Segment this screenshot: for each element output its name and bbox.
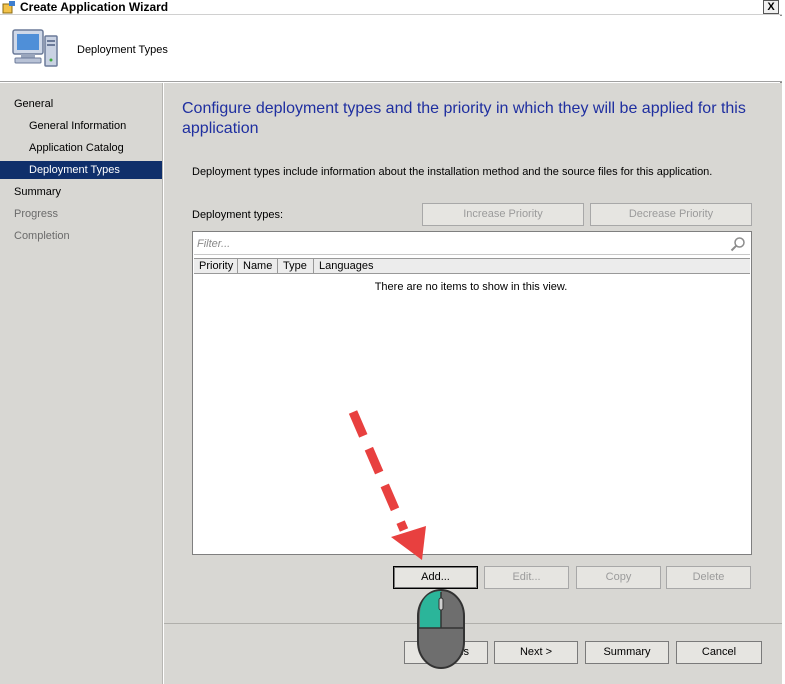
close-button[interactable]: X	[763, 0, 779, 14]
page-heading: Configure deployment types and the prior…	[182, 100, 746, 137]
sidebar-item-summary[interactable]: Summary	[0, 183, 162, 201]
sidebar-item-deployment-types[interactable]: Deployment Types	[0, 161, 162, 179]
deployment-types-label: Deployment types:	[192, 209, 284, 221]
increase-priority-button[interactable]: Increase Priority	[422, 203, 584, 226]
wizard-header: Deployment Types	[0, 16, 782, 82]
wizard-footer: us Next > Summary Cancel	[164, 623, 782, 684]
previous-button[interactable]: us	[404, 641, 488, 664]
column-header-priority[interactable]: Priority	[194, 259, 238, 273]
wizard-sidebar: General General Information Application …	[0, 83, 163, 684]
wizard-window: Create Application Wizard X Deployment T…	[0, 0, 782, 684]
page-description: Deployment types include information abo…	[192, 166, 713, 178]
app-wizard-icon	[2, 1, 15, 14]
decrease-priority-button[interactable]: Decrease Priority	[590, 203, 752, 226]
filter-placeholder: Filter...	[197, 238, 231, 250]
column-header-languages[interactable]: Languages	[314, 259, 750, 273]
step-title: Deployment Types	[77, 44, 168, 56]
cancel-button[interactable]: Cancel	[676, 641, 762, 664]
sidebar-item-general-information[interactable]: General Information	[0, 117, 162, 135]
add-button[interactable]: Add...	[393, 566, 478, 589]
search-icon[interactable]	[730, 236, 746, 252]
edit-button[interactable]: Edit...	[484, 566, 569, 589]
title-bar: Create Application Wizard X	[0, 0, 782, 15]
window-title: Create Application Wizard	[20, 0, 169, 14]
computer-icon	[12, 29, 58, 67]
summary-button[interactable]: Summary	[585, 641, 669, 664]
deployment-types-list[interactable]: Filter... Priority Name Type Languages T…	[192, 231, 752, 555]
column-header-name[interactable]: Name	[238, 259, 278, 273]
copy-button[interactable]: Copy	[576, 566, 661, 589]
sidebar-item-application-catalog[interactable]: Application Catalog	[0, 139, 162, 157]
sidebar-item-general[interactable]: General	[0, 95, 162, 113]
delete-button[interactable]: Delete	[666, 566, 751, 589]
sidebar-item-completion: Completion	[14, 230, 70, 242]
filter-field[interactable]: Filter...	[194, 233, 750, 255]
next-button[interactable]: Next >	[494, 641, 578, 664]
column-header-row: Priority Name Type Languages	[194, 258, 750, 274]
empty-list-message: There are no items to show in this view.	[374, 281, 568, 293]
sidebar-item-progress: Progress	[14, 208, 59, 220]
wizard-content: Configure deployment types and the prior…	[164, 83, 782, 623]
column-header-type[interactable]: Type	[278, 259, 314, 273]
